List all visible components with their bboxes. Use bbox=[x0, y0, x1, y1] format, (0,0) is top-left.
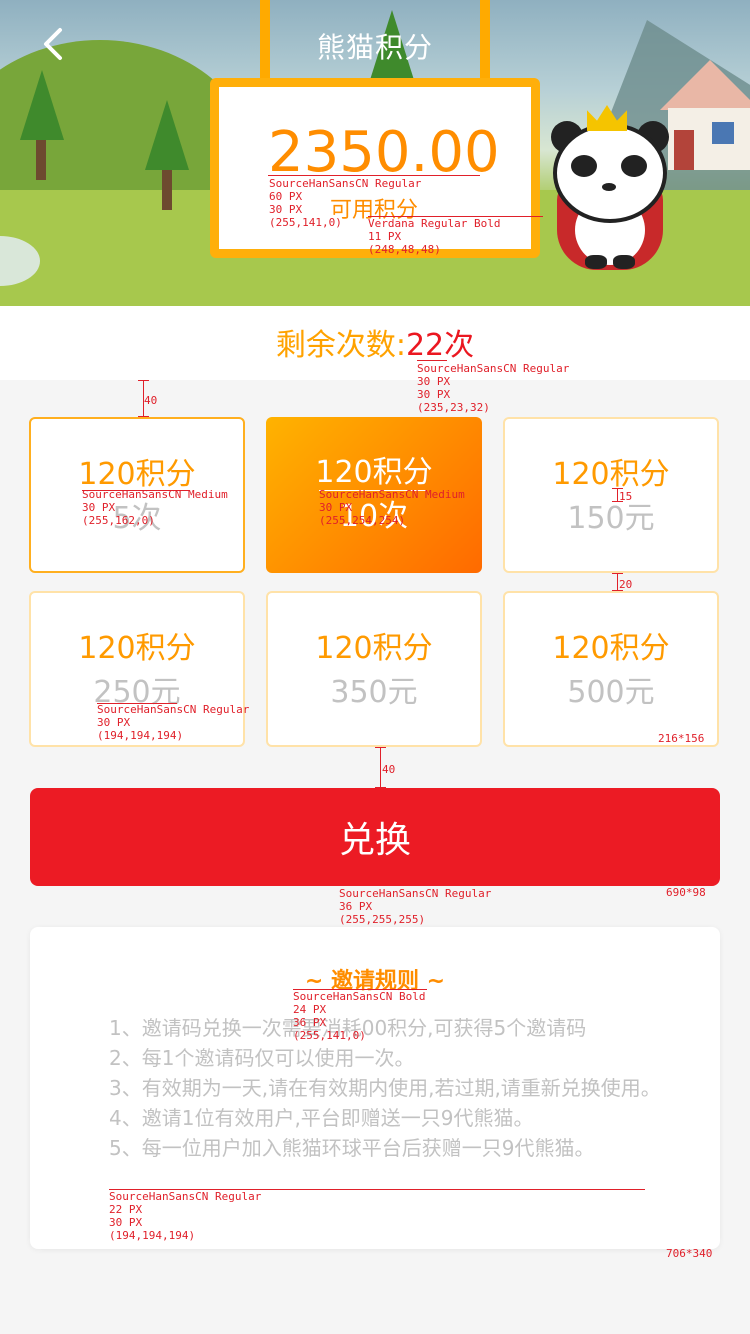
option-points: 120积分 bbox=[552, 457, 670, 492]
exchange-option-6[interactable]: 120积分 500元 bbox=[503, 591, 719, 747]
rule-item: 4、邀请1位有效用户,平台即赠送一只9代熊猫。 bbox=[109, 1106, 534, 1130]
option-points: 120积分 bbox=[552, 631, 670, 666]
option-price: 500元 bbox=[567, 675, 655, 710]
spec-note: SourceHanSansCN Regular 22 PX 30 PX (194… bbox=[109, 1190, 262, 1242]
option-price: 150元 bbox=[567, 501, 655, 536]
rule-item: 2、每1个邀请码仅可以使用一次。 bbox=[109, 1046, 415, 1070]
spacing-note: 40 bbox=[382, 763, 396, 776]
remaining-label: 剩余次数: bbox=[275, 328, 406, 363]
rule-item: 3、有效期为一天,请在有效期内使用,若过期,请重新兑换使用。 bbox=[109, 1076, 661, 1100]
tree-illustration bbox=[20, 70, 64, 140]
spec-note: SourceHanSansCN Medium 30 PX (255,162,0) bbox=[82, 488, 228, 527]
spec-note: SourceHanSansCN Medium 30 PX (255,254,25… bbox=[319, 488, 465, 527]
remaining-count: 剩余次数:22次 bbox=[0, 326, 750, 366]
size-note: 216*156 bbox=[658, 732, 705, 745]
tree-illustration bbox=[145, 100, 189, 170]
spacing-note: 40 bbox=[144, 394, 158, 407]
rule-item: 5、每一位用户加入熊猫环球平台后获赠一只9代熊猫。 bbox=[109, 1136, 595, 1160]
page-title: 熊猫积分 bbox=[316, 31, 433, 64]
size-note: 690*98 bbox=[666, 886, 706, 899]
crown-icon bbox=[587, 105, 627, 131]
spec-note: Verdana Regular Bold 11 PX (248,48,48) bbox=[368, 217, 501, 256]
exchange-option-5[interactable]: 120积分 350元 bbox=[266, 591, 482, 747]
remaining-value: 22次 bbox=[405, 328, 475, 363]
spacing-note: 15 bbox=[619, 490, 633, 503]
size-note: 706*340 bbox=[666, 1247, 713, 1260]
spacing-note: 20 bbox=[619, 578, 633, 591]
panda-mascot bbox=[545, 105, 675, 275]
spec-note: SourceHanSansCN Regular 36 PX (255,255,2… bbox=[339, 887, 492, 926]
option-points: 120积分 bbox=[78, 631, 196, 666]
option-points: 120积分 bbox=[315, 631, 433, 666]
exchange-button[interactable]: 兑换 bbox=[30, 788, 720, 886]
option-points: 120积分 bbox=[315, 455, 433, 490]
spec-note: SourceHanSansCN Bold 24 PX 36 PX (255,14… bbox=[293, 990, 426, 1042]
spec-note: SourceHanSansCN Regular 30 PX 30 PX (235… bbox=[417, 362, 570, 414]
option-price: 350元 bbox=[330, 675, 418, 710]
spec-note: SourceHanSansCN Regular 30 PX (194,194,1… bbox=[97, 703, 250, 742]
exchange-option-3[interactable]: 120积分 150元 bbox=[503, 417, 719, 573]
